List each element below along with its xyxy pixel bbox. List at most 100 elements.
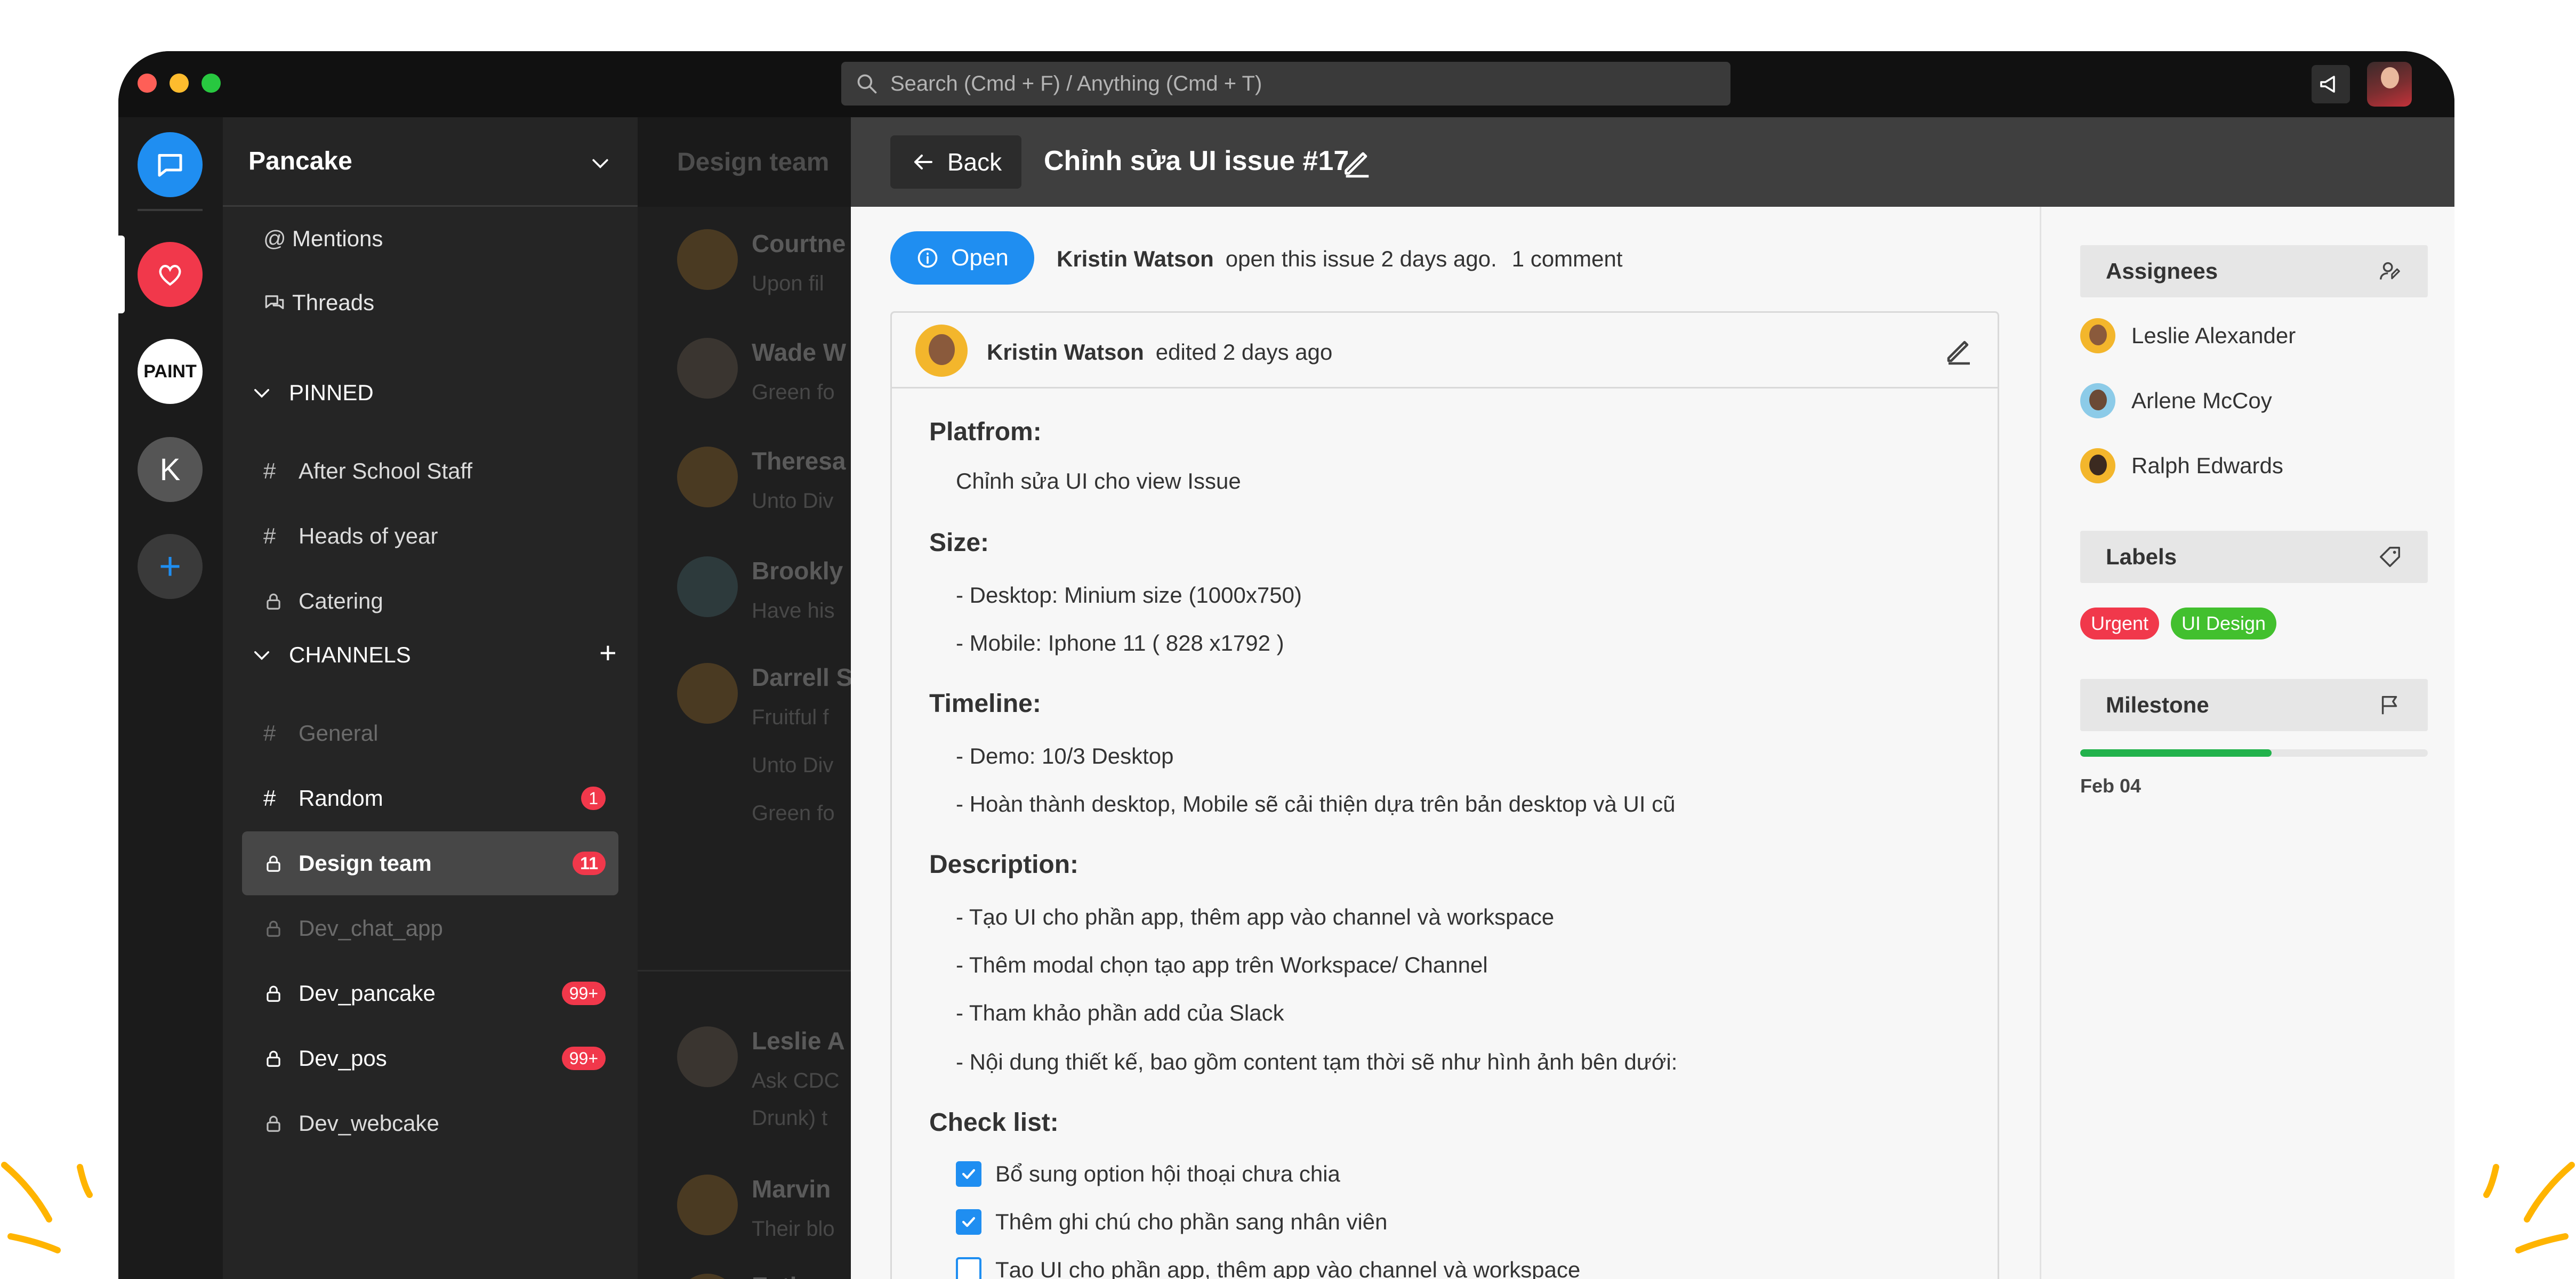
milestone-progress bbox=[2080, 749, 2428, 757]
hash-icon: # bbox=[263, 721, 276, 746]
sidebar-item-label: Design team bbox=[299, 851, 432, 876]
issue-details-panel: Assignees Leslie Alexander Arlene McCoy … bbox=[2043, 207, 2454, 1279]
channels-section-toggle[interactable]: CHANNELS bbox=[251, 636, 411, 674]
workspace-chat[interactable] bbox=[138, 132, 203, 197]
checkbox-unchecked[interactable] bbox=[956, 1257, 981, 1279]
decoration-left bbox=[1, 1162, 93, 1253]
assignee-item[interactable]: Ralph Edwards bbox=[2080, 444, 2283, 487]
zoom-window-button[interactable] bbox=[202, 74, 221, 93]
add-workspace-button[interactable]: + bbox=[138, 534, 203, 599]
body-line: - Hoàn thành desktop, Mobile sẽ cải thiệ… bbox=[956, 791, 1676, 816]
workspace-rail: PAINT K + bbox=[118, 117, 223, 1279]
checklist-item[interactable]: Bổ sung option hội thoại chưa chia bbox=[956, 1161, 1340, 1187]
sidebar-item-dev-chat-app[interactable]: Dev_chat_app bbox=[242, 896, 618, 960]
avatar bbox=[677, 1274, 738, 1279]
workspace-paint[interactable]: PAINT bbox=[138, 339, 203, 404]
checklist-item[interactable]: Thêm ghi chú cho phần sang nhân viên bbox=[956, 1209, 1388, 1235]
milestone-header[interactable]: Milestone bbox=[2080, 679, 2428, 731]
label-urgent[interactable]: Urgent bbox=[2080, 608, 2160, 640]
sidebar-item-label: General bbox=[299, 721, 379, 746]
body-line: - Demo: 10/3 Desktop bbox=[956, 743, 1174, 768]
workspace-k[interactable]: K bbox=[138, 437, 203, 502]
decoration-right bbox=[2483, 1162, 2575, 1253]
avatar bbox=[2080, 383, 2115, 418]
section-heading: Description: bbox=[929, 851, 1079, 879]
milestone-date: Feb 04 bbox=[2080, 775, 2142, 797]
user-avatar[interactable] bbox=[2367, 62, 2412, 107]
titlebar: Search (Cmd + F) / Anything (Cmd + T) bbox=[118, 51, 2454, 117]
sidebar-item-label: Dev_webcake bbox=[299, 1111, 439, 1136]
labels-header[interactable]: Labels bbox=[2080, 531, 2428, 583]
workspace-heart[interactable] bbox=[138, 242, 203, 307]
card-header: Kristin Watson edited 2 days ago bbox=[892, 313, 1998, 388]
sidebar-item-mentions[interactable]: @ Mentions bbox=[242, 207, 618, 271]
label-ui-design[interactable]: UI Design bbox=[2171, 608, 2277, 640]
rail-divider bbox=[138, 209, 203, 211]
comment-count[interactable]: 1 comment bbox=[1512, 246, 1623, 271]
sidebar-item-label: Threads bbox=[292, 290, 375, 315]
check-icon bbox=[962, 1169, 976, 1179]
minimize-window-button[interactable] bbox=[170, 74, 189, 93]
checkbox-checked[interactable] bbox=[956, 1161, 981, 1187]
sidebar-item-dev-webcake[interactable]: Dev_webcake bbox=[242, 1091, 618, 1155]
close-window-button[interactable] bbox=[138, 74, 157, 93]
hash-icon: # bbox=[263, 786, 276, 811]
workspace-name: Pancake bbox=[248, 147, 352, 175]
sidebar-item-label: Catering bbox=[299, 588, 383, 613]
sidebar-item-label: After School Staff bbox=[299, 458, 473, 483]
workspace-switcher[interactable]: Pancake bbox=[223, 117, 638, 207]
sidebar-item-catering[interactable]: Catering bbox=[242, 569, 618, 633]
sidebar-item-after-school-staff[interactable]: # After School Staff bbox=[242, 439, 618, 503]
sidebar-item-general[interactable]: # General bbox=[242, 701, 618, 765]
app-window: Search (Cmd + F) / Anything (Cmd + T) PA… bbox=[118, 51, 2454, 1279]
search-icon bbox=[857, 74, 877, 94]
body-line: - Desktop: Minium size (1000x750) bbox=[956, 582, 1302, 608]
tag-icon[interactable] bbox=[2378, 545, 2402, 569]
channel-title: Design team bbox=[638, 117, 851, 207]
sidebar-item-design-team[interactable]: Design team 11 bbox=[242, 831, 618, 895]
sidebar-item-heads-of-year[interactable]: # Heads of year bbox=[242, 504, 618, 568]
back-button[interactable]: Back bbox=[890, 135, 1021, 189]
sidebar-item-label: Dev_pos bbox=[299, 1046, 387, 1071]
heart-icon bbox=[159, 265, 181, 286]
pinned-section-toggle[interactable]: PINNED bbox=[251, 374, 374, 411]
edit-title-icon[interactable] bbox=[1340, 145, 1374, 179]
modal-header: Back Chỉnh sửa UI issue #17 bbox=[851, 117, 2454, 207]
unread-badge: 11 bbox=[573, 852, 606, 875]
back-label: Back bbox=[947, 148, 1002, 176]
announcements-button[interactable] bbox=[2312, 65, 2350, 103]
hash-icon: # bbox=[263, 523, 276, 548]
author-name[interactable]: Kristin Watson bbox=[1057, 246, 1214, 271]
chat-bubble-icon bbox=[158, 154, 182, 177]
arrow-left-icon bbox=[914, 155, 932, 169]
milestone-progress-fill bbox=[2080, 749, 2272, 757]
checklist-item[interactable]: Tạo UI cho phần app, thêm app vào channe… bbox=[956, 1257, 1580, 1279]
sidebar-item-dev-pos[interactable]: Dev_pos 99+ bbox=[242, 1026, 618, 1090]
add-channel-button[interactable]: + bbox=[599, 635, 617, 670]
global-search-input[interactable]: Search (Cmd + F) / Anything (Cmd + T) bbox=[841, 62, 1730, 106]
sidebar-item-threads[interactable]: Threads bbox=[242, 271, 618, 335]
avatar bbox=[2080, 318, 2115, 353]
sidebar-item-label: Mentions bbox=[292, 226, 383, 251]
at-icon: @ bbox=[263, 226, 286, 251]
assignees-header[interactable]: Assignees bbox=[2080, 245, 2428, 297]
avatar bbox=[677, 663, 738, 724]
sidebar-item-label: Dev_chat_app bbox=[299, 916, 443, 941]
sidebar-item-random[interactable]: # Random 1 bbox=[242, 766, 618, 830]
sidebar-item-label: Dev_pancake bbox=[299, 981, 436, 1006]
assignee-item[interactable]: Leslie Alexander bbox=[2080, 314, 2296, 357]
body-line: - Nội dung thiết kế, bao gồm content tạm… bbox=[956, 1049, 1678, 1074]
body-line: - Mobile: Iphone 11 ( 828 x1792 ) bbox=[956, 630, 1284, 655]
sidebar-item-dev-pancake[interactable]: Dev_pancake 99+ bbox=[242, 961, 618, 1025]
assignee-item[interactable]: Arlene McCoy bbox=[2080, 379, 2272, 422]
checkbox-checked[interactable] bbox=[956, 1209, 981, 1235]
channel-sidebar: Pancake @ Mentions Threads PINNED # Afte… bbox=[223, 117, 638, 1279]
assign-user-icon[interactable] bbox=[2378, 259, 2402, 284]
unread-badge: 1 bbox=[581, 787, 606, 810]
opened-text: open this issue 2 days ago. bbox=[1225, 246, 1497, 271]
labels-list: Urgent UI Design bbox=[2080, 608, 2428, 640]
flag-icon[interactable] bbox=[2378, 693, 2402, 717]
edit-description-icon[interactable] bbox=[1943, 334, 1975, 366]
issue-modal: Back Chỉnh sửa UI issue #17 Open Kristin… bbox=[851, 117, 2454, 1279]
chevron-down-icon bbox=[254, 389, 269, 398]
